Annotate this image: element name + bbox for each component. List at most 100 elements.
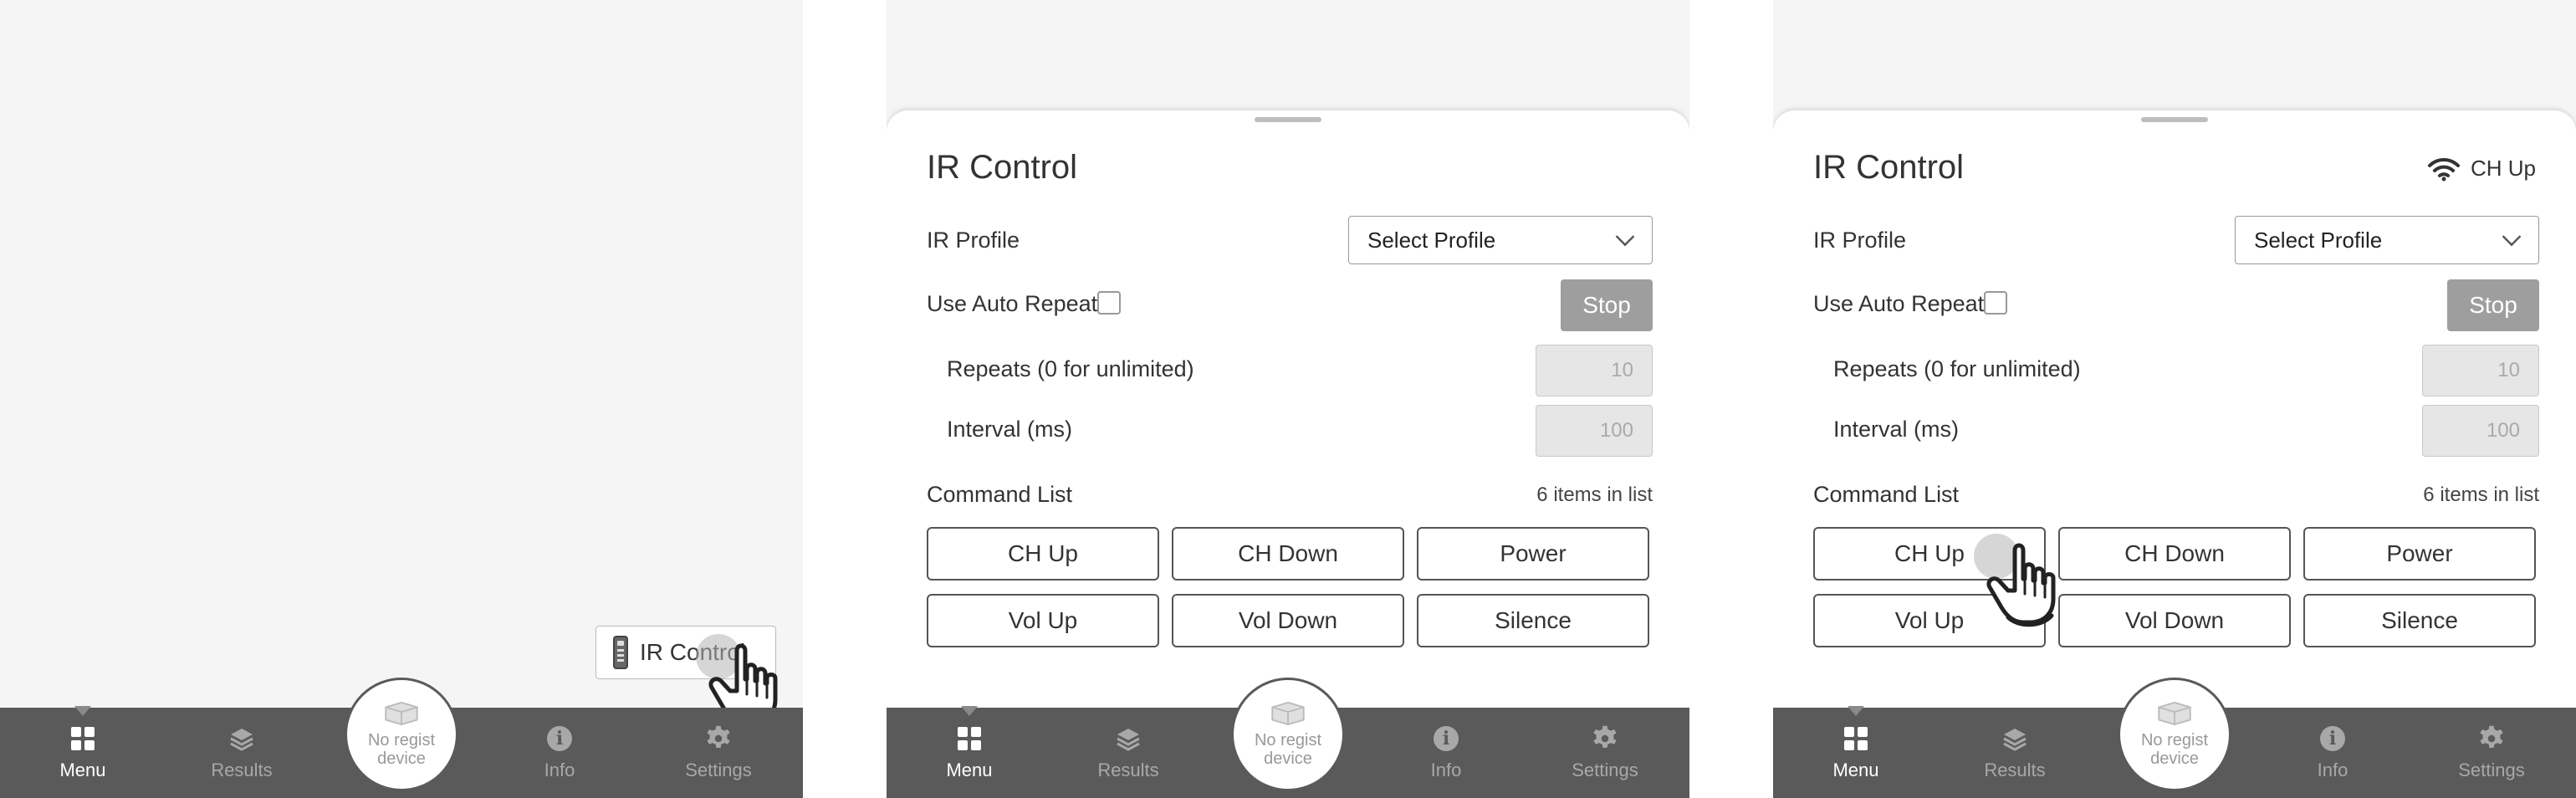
ir-profile-label: IR Profile: [1813, 228, 1907, 253]
nav-settings-label: Settings: [685, 760, 752, 780]
gear-icon: [2480, 725, 2503, 749]
device-button[interactable]: No regist device: [345, 678, 458, 791]
device-line2: device: [377, 749, 426, 768]
device-button[interactable]: No regist device: [2118, 678, 2231, 791]
device-line1: No regist: [2140, 731, 2209, 749]
nav-settings[interactable]: Settings: [2429, 708, 2554, 798]
command-silence[interactable]: Silence: [1417, 594, 1649, 647]
info-icon: i: [2320, 726, 2345, 751]
nav-settings-label: Settings: [1572, 760, 1638, 780]
nav-menu-label: Menu: [1832, 760, 1879, 780]
sheet-handle[interactable]: [1255, 117, 1321, 122]
interval-input[interactable]: 100: [2422, 405, 2539, 457]
profile-select-value: Select Profile: [1367, 227, 1496, 253]
grid-icon: [69, 724, 97, 753]
command-list-label: Command List: [1813, 482, 1960, 507]
sheet-title: IR Control: [1813, 149, 1965, 186]
repeats-input[interactable]: 10: [1536, 345, 1653, 396]
command-power[interactable]: Power: [1417, 527, 1649, 581]
nav-info[interactable]: i Info: [497, 708, 622, 798]
auto-repeat-checkbox[interactable]: [1984, 291, 2007, 315]
auto-repeat-label: Use Auto Repeat: [927, 291, 1098, 316]
device-button[interactable]: No regist device: [1231, 678, 1345, 791]
ir-control-sheet: IR Control CH Up IR Profile Select Profi…: [1773, 110, 2576, 708]
profile-select[interactable]: Select Profile: [2235, 216, 2539, 264]
command-ch-down[interactable]: CH Down: [2058, 527, 2291, 581]
device-line2: device: [2150, 749, 2199, 768]
command-vol-down[interactable]: Vol Down: [2058, 594, 2291, 647]
nav-results-label: Results: [1097, 760, 1159, 780]
command-vol-down[interactable]: Vol Down: [1172, 594, 1404, 647]
tap-hand-icon: [1979, 535, 2071, 627]
chevron-down-icon: [1615, 227, 1635, 247]
nav-menu-label: Menu: [59, 760, 106, 780]
info-icon: i: [547, 726, 572, 751]
send-status: CH Up: [2427, 156, 2536, 182]
repeats-input[interactable]: 10: [2422, 345, 2539, 396]
layers-icon: [2002, 727, 2027, 751]
ir-control-sheet: IR Control IR Profile Select Profile Use…: [887, 110, 1689, 708]
device-line1: No regist: [367, 731, 436, 749]
nav-results[interactable]: Results: [179, 708, 304, 798]
nav-results-label: Results: [211, 760, 273, 780]
items-count: 6 items in list: [2423, 483, 2539, 506]
stop-button[interactable]: Stop: [2447, 279, 2539, 331]
nav-info[interactable]: i Info: [1383, 708, 1509, 798]
nav-menu[interactable]: Menu: [907, 706, 1032, 798]
auto-repeat-label: Use Auto Repeat: [1813, 291, 1985, 316]
device-line2: device: [1264, 749, 1312, 768]
grid-icon: [1842, 724, 1870, 753]
nav-results-label: Results: [1984, 760, 2046, 780]
command-silence[interactable]: Silence: [2303, 594, 2536, 647]
interval-input[interactable]: 100: [1536, 405, 1653, 457]
screen-home: IR Control Menu Results i Info Settings …: [0, 0, 803, 798]
nav-menu[interactable]: Menu: [20, 706, 146, 798]
nav-menu[interactable]: Menu: [1793, 706, 1919, 798]
items-count: 6 items in list: [1536, 483, 1653, 506]
remote-control-icon: [613, 636, 628, 669]
stop-button[interactable]: Stop: [1561, 279, 1653, 331]
interval-label: Interval (ms): [947, 417, 1073, 442]
nav-results[interactable]: Results: [1066, 708, 1191, 798]
profile-select-value: Select Profile: [2254, 227, 2383, 253]
cube-icon: [1271, 701, 1305, 726]
ir-profile-label: IR Profile: [927, 228, 1020, 253]
command-ch-up[interactable]: CH Up: [927, 527, 1159, 581]
cube-icon: [385, 701, 418, 726]
nav-info-label: Info: [2317, 760, 2349, 780]
device-line1: No regist: [1254, 731, 1322, 749]
command-vol-up[interactable]: Vol Up: [927, 594, 1159, 647]
info-icon: i: [1434, 726, 1459, 751]
active-indicator: [74, 706, 91, 716]
active-indicator: [961, 706, 978, 716]
repeats-label: Repeats (0 for unlimited): [947, 356, 1194, 381]
command-ch-down[interactable]: CH Down: [1172, 527, 1404, 581]
nav-info-label: Info: [1430, 760, 1462, 780]
nav-info[interactable]: i Info: [2270, 708, 2395, 798]
wifi-icon: [2427, 157, 2460, 181]
command-list-label: Command List: [927, 482, 1073, 507]
repeats-label: Repeats (0 for unlimited): [1833, 356, 2081, 381]
gear-icon: [707, 725, 730, 749]
sheet-title: IR Control: [927, 149, 1078, 186]
gear-icon: [1593, 725, 1617, 749]
send-status-text: CH Up: [2470, 156, 2536, 181]
screen-ir-control: IR Control IR Profile Select Profile Use…: [887, 0, 1689, 798]
nav-info-label: Info: [544, 760, 575, 780]
grid-icon: [955, 724, 984, 753]
screen-ir-control-sending: IR Control CH Up IR Profile Select Profi…: [1773, 0, 2576, 798]
chevron-down-icon: [2502, 227, 2522, 247]
profile-select[interactable]: Select Profile: [1348, 216, 1653, 264]
nav-settings[interactable]: Settings: [1542, 708, 1668, 798]
active-indicator: [1848, 706, 1864, 716]
nav-settings[interactable]: Settings: [656, 708, 781, 798]
command-power[interactable]: Power: [2303, 527, 2536, 581]
layers-icon: [229, 727, 254, 751]
auto-repeat-checkbox[interactable]: [1097, 291, 1121, 315]
layers-icon: [1116, 727, 1141, 751]
nav-menu-label: Menu: [946, 760, 993, 780]
cube-icon: [2158, 701, 2191, 726]
nav-results[interactable]: Results: [1952, 708, 2078, 798]
interval-label: Interval (ms): [1833, 417, 1960, 442]
sheet-handle[interactable]: [2141, 117, 2208, 122]
